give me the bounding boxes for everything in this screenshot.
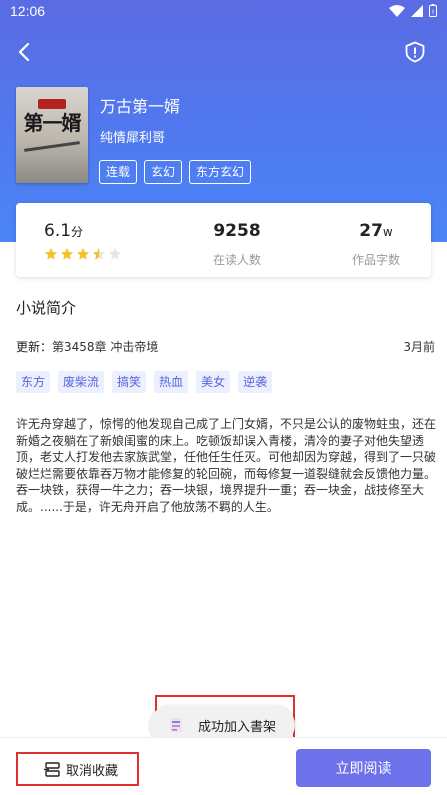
status-bar: 12:06 ! [0, 0, 447, 24]
intro-heading: 小说简介 [16, 299, 77, 317]
back-button[interactable] [8, 36, 40, 68]
book-author[interactable]: 纯情犀利哥 [100, 127, 165, 146]
read-now-button[interactable]: 立即阅读 [296, 749, 431, 787]
star-half-icon [92, 247, 106, 260]
report-button[interactable] [399, 36, 431, 68]
book-title: 万古第一婿 [100, 97, 181, 116]
update-chapter: 第3458章 冲击帝境 [52, 340, 159, 354]
update-label: 更新： [16, 340, 53, 354]
update-time: 3月前 [403, 340, 435, 354]
bottom-action-bar: 取消收藏 立即阅读 [0, 737, 447, 795]
unfavorite-button[interactable]: 取消收藏 [44, 760, 118, 779]
synopsis-text: 许无舟穿越了，惊愕的他发现自己成了上门女婿，不只是公认的废物蛀虫，还在新婚之夜躺… [16, 417, 437, 514]
readers-value: 9258 [213, 221, 261, 241]
words-stat: 27w 作品字数 [306, 203, 446, 277]
genre-tag[interactable]: 东方 [16, 371, 51, 393]
unfavorite-label: 取消收藏 [66, 764, 119, 779]
app-logo-icon [170, 718, 182, 732]
genre-tag[interactable]: 热血 [154, 371, 189, 393]
cover-sword-art [24, 141, 80, 152]
back-arrow-icon [18, 42, 30, 62]
words-value: 27w [359, 221, 393, 241]
book-cover[interactable]: 第一婿 [16, 87, 88, 183]
genre-tag[interactable]: 废柴流 [58, 371, 105, 393]
shield-alert-icon [405, 41, 425, 63]
stats-card: 6.1分 9258 在读人数 27w 作品字数 [16, 203, 431, 277]
readers-stat: 9258 在读人数 [172, 203, 302, 277]
genre-tag[interactable]: 逆袭 [238, 371, 273, 393]
book-tags: 连载 玄幻 东方玄幻 [99, 160, 252, 184]
genre-tag[interactable]: 搞笑 [112, 371, 147, 393]
top-bar [0, 30, 447, 74]
genre-tags: 东方 废柴流 搞笑 热血 美女 逆袭 [16, 371, 273, 393]
readers-label: 在读人数 [212, 253, 261, 267]
latest-update-row[interactable]: 更新：第3458章 冲击帝境 3月前 [16, 338, 435, 355]
tag-category[interactable]: 玄幻 [144, 160, 183, 184]
genre-tag[interactable]: 美女 [196, 371, 231, 393]
star-full-icon [60, 247, 74, 260]
cover-title-art: 第一婿 [23, 111, 82, 135]
star-empty-icon [108, 247, 122, 260]
rating-value: 6.1分 [44, 221, 84, 241]
tag-subcategory[interactable]: 东方玄幻 [189, 160, 252, 184]
status-time: 12:06 [10, 3, 46, 19]
status-icons: ! [389, 4, 437, 17]
signal-icon [411, 4, 423, 17]
bookshelf-remove-icon [44, 761, 60, 777]
star-full-icon [44, 247, 58, 260]
rating-stars [44, 247, 144, 261]
tag-status[interactable]: 连载 [99, 160, 138, 184]
svg-text:!: ! [432, 9, 435, 17]
battery-icon: ! [429, 4, 437, 17]
words-label: 作品字数 [351, 253, 400, 267]
wifi-icon [389, 4, 405, 17]
star-full-icon [76, 247, 90, 260]
toast-text: 成功加入書架 [198, 719, 277, 735]
rating-stat: 6.1分 [44, 203, 144, 277]
